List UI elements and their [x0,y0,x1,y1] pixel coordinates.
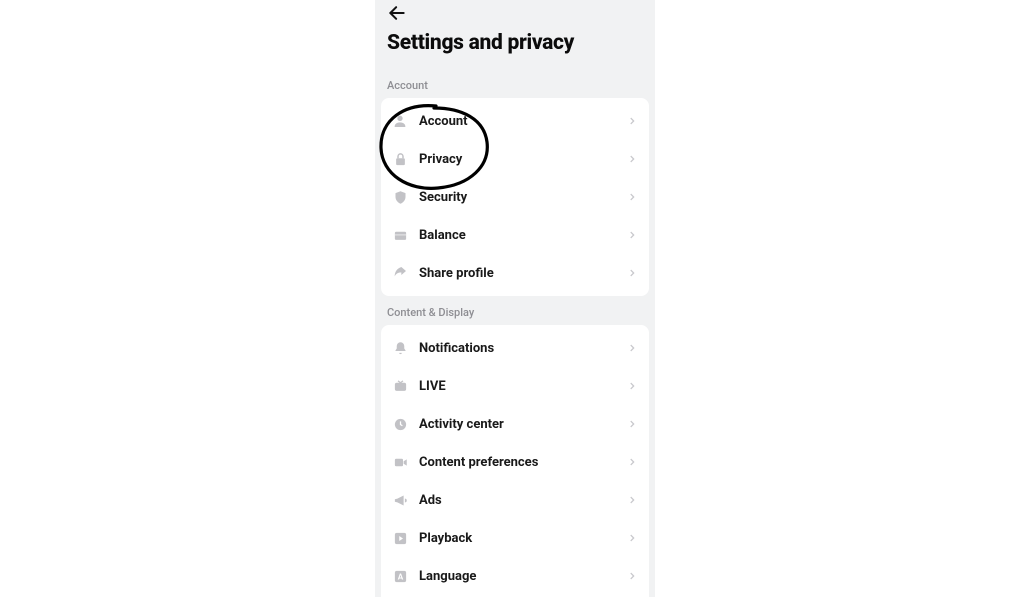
megaphone-icon [391,491,409,509]
shield-icon [391,188,409,206]
section-label-account: Account [375,69,655,98]
wallet-icon [391,226,409,244]
arrow-left-icon [387,3,407,23]
svg-text:A: A [397,571,403,581]
row-label: Security [409,190,625,205]
clock-icon [391,415,409,433]
row-account[interactable]: Account [381,102,649,140]
person-icon [391,112,409,130]
row-share-profile[interactable]: Share profile [381,254,649,292]
chevron-right-icon [625,493,639,507]
back-button[interactable] [385,1,409,25]
row-live[interactable]: LIVE [381,367,649,405]
row-ads[interactable]: Ads [381,481,649,519]
row-label: Privacy [409,152,625,167]
row-label: Balance [409,228,625,243]
row-notifications[interactable]: Notifications [381,329,649,367]
chevron-right-icon [625,266,639,280]
row-balance[interactable]: Balance [381,216,649,254]
chevron-right-icon [625,531,639,545]
chevron-right-icon [625,190,639,204]
chevron-right-icon [625,114,639,128]
chevron-right-icon [625,341,639,355]
row-security[interactable]: Security [381,178,649,216]
row-content-preferences[interactable]: Content preferences [381,443,649,481]
row-label: Account [409,114,625,129]
section-label-content-display: Content & Display [375,296,655,325]
row-language[interactable]: A Language [381,557,649,595]
section-card-account: Account Privacy Security [381,98,649,296]
play-icon [391,529,409,547]
lock-icon [391,150,409,168]
row-label: LIVE [409,379,625,394]
video-icon [391,453,409,471]
row-label: Ads [409,493,625,508]
row-privacy[interactable]: Privacy [381,140,649,178]
row-playback[interactable]: Playback [381,519,649,557]
row-activity-center[interactable]: Activity center [381,405,649,443]
settings-screen: Settings and privacy Account Account Pri… [375,0,655,597]
chevron-right-icon [625,569,639,583]
row-label: Share profile [409,266,625,281]
page-title: Settings and privacy [375,25,655,69]
row-label: Playback [409,531,625,546]
font-icon: A [391,567,409,585]
row-label: Activity center [409,417,625,432]
chevron-right-icon [625,455,639,469]
share-icon [391,264,409,282]
tv-icon [391,377,409,395]
bell-icon [391,339,409,357]
row-label: Content preferences [409,455,625,470]
section-card-content-display: Notifications LIVE Activity center [381,325,649,597]
chevron-right-icon [625,152,639,166]
row-label: Language [409,569,625,584]
chevron-right-icon [625,228,639,242]
chevron-right-icon [625,379,639,393]
chevron-right-icon [625,417,639,431]
row-label: Notifications [409,341,625,356]
